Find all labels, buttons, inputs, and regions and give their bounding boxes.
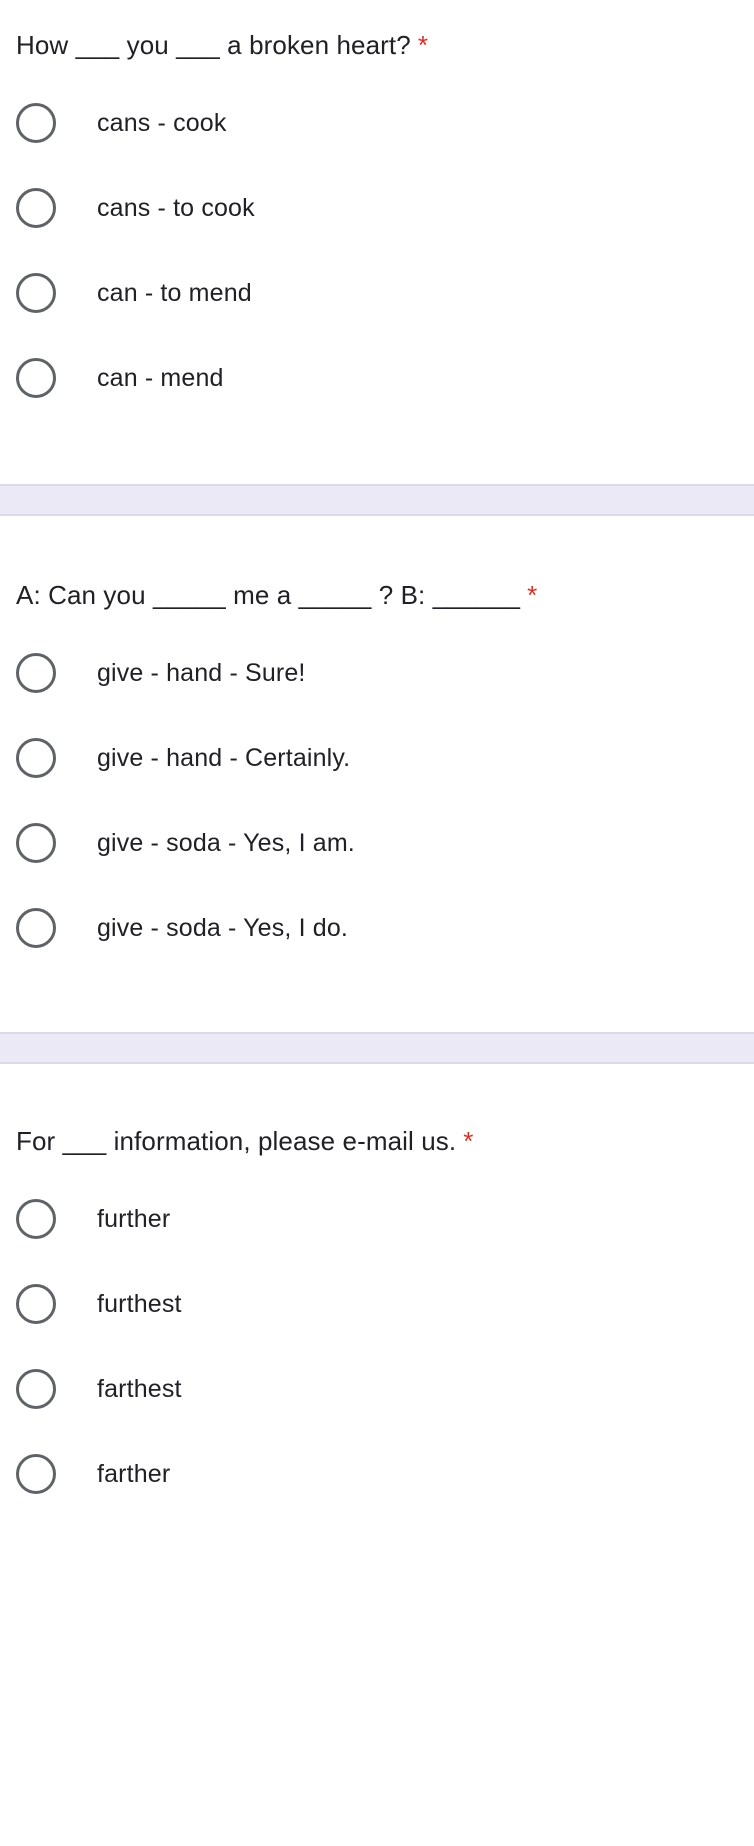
question-1-option-3[interactable]: can - to mend — [16, 250, 738, 335]
question-2-option-4[interactable]: give - soda - Yes, I do. — [16, 885, 738, 970]
question-1-option-1[interactable]: cans - cook — [16, 80, 738, 165]
option-label: give - hand - Certainly. — [97, 743, 351, 772]
question-card-2: A: Can you _____ me a _____ ? B: ______ *… — [0, 516, 754, 1032]
radio-button-icon[interactable] — [16, 1368, 56, 1409]
question-3-title-text: For ___ information, please e-mail us. — [16, 1126, 457, 1156]
question-2-option-1[interactable]: give - hand - Sure! — [16, 630, 738, 715]
question-2-option-2[interactable]: give - hand - Certainly. — [16, 715, 738, 800]
option-label: give - soda - Yes, I do. — [97, 913, 348, 942]
quiz-form-page: How ___ you ___ a broken heart? * cans - … — [0, 0, 754, 1846]
option-label: can - mend — [97, 363, 224, 392]
question-2-title-text: A: Can you _____ me a _____ ? B: ______ — [16, 580, 521, 610]
radio-button-icon[interactable] — [16, 272, 56, 313]
option-label: farther — [97, 1459, 171, 1488]
option-label: cans - cook — [97, 108, 227, 137]
question-2-title: A: Can you _____ me a _____ ? B: ______ * — [16, 578, 738, 612]
radio-button-icon[interactable] — [16, 822, 56, 863]
question-3-title: For ___ information, please e-mail us. * — [16, 1124, 738, 1158]
card-separator-2 — [0, 1032, 754, 1064]
question-1-title-text: How ___ you ___ a broken heart? — [16, 30, 411, 60]
question-1-title: How ___ you ___ a broken heart? * — [16, 28, 738, 62]
question-1-required-asterisk: * — [417, 30, 429, 60]
option-label: give - hand - Sure! — [97, 658, 306, 687]
question-card-1: How ___ you ___ a broken heart? * cans - … — [0, 0, 754, 484]
option-label: farthest — [97, 1374, 182, 1403]
question-3-required-asterisk: * — [463, 1126, 474, 1156]
question-1-option-4[interactable]: can - mend — [16, 335, 738, 420]
question-3-options: further furthest farthest farther — [16, 1176, 738, 1516]
question-3-option-4[interactable]: farther — [16, 1431, 738, 1516]
option-label: can - to mend — [97, 278, 252, 307]
radio-button-icon[interactable] — [16, 357, 56, 398]
radio-button-icon[interactable] — [16, 907, 56, 948]
question-3-option-3[interactable]: farthest — [16, 1346, 738, 1431]
radio-button-icon[interactable] — [16, 1283, 56, 1324]
radio-button-icon[interactable] — [16, 1198, 56, 1239]
option-label: give - soda - Yes, I am. — [97, 828, 355, 857]
card-separator-1 — [0, 484, 754, 516]
question-1-options: cans - cook cans - to cook can - to mend… — [16, 80, 738, 420]
question-2-required-asterisk: * — [527, 580, 538, 610]
question-1-option-2[interactable]: cans - to cook — [16, 165, 738, 250]
question-2-option-3[interactable]: give - soda - Yes, I am. — [16, 800, 738, 885]
question-3-option-2[interactable]: furthest — [16, 1261, 738, 1346]
question-3-option-1[interactable]: further — [16, 1176, 738, 1261]
radio-button-icon[interactable] — [16, 652, 56, 693]
option-label: furthest — [97, 1289, 182, 1318]
radio-button-icon[interactable] — [16, 737, 56, 778]
radio-button-icon[interactable] — [16, 1453, 56, 1494]
option-label: cans - to cook — [97, 193, 255, 222]
radio-button-icon[interactable] — [16, 187, 56, 228]
question-card-3: For ___ information, please e-mail us. * … — [0, 1064, 754, 1516]
radio-button-icon[interactable] — [16, 102, 56, 143]
question-2-options: give - hand - Sure! give - hand - Certai… — [16, 630, 738, 970]
option-label: further — [97, 1204, 171, 1233]
